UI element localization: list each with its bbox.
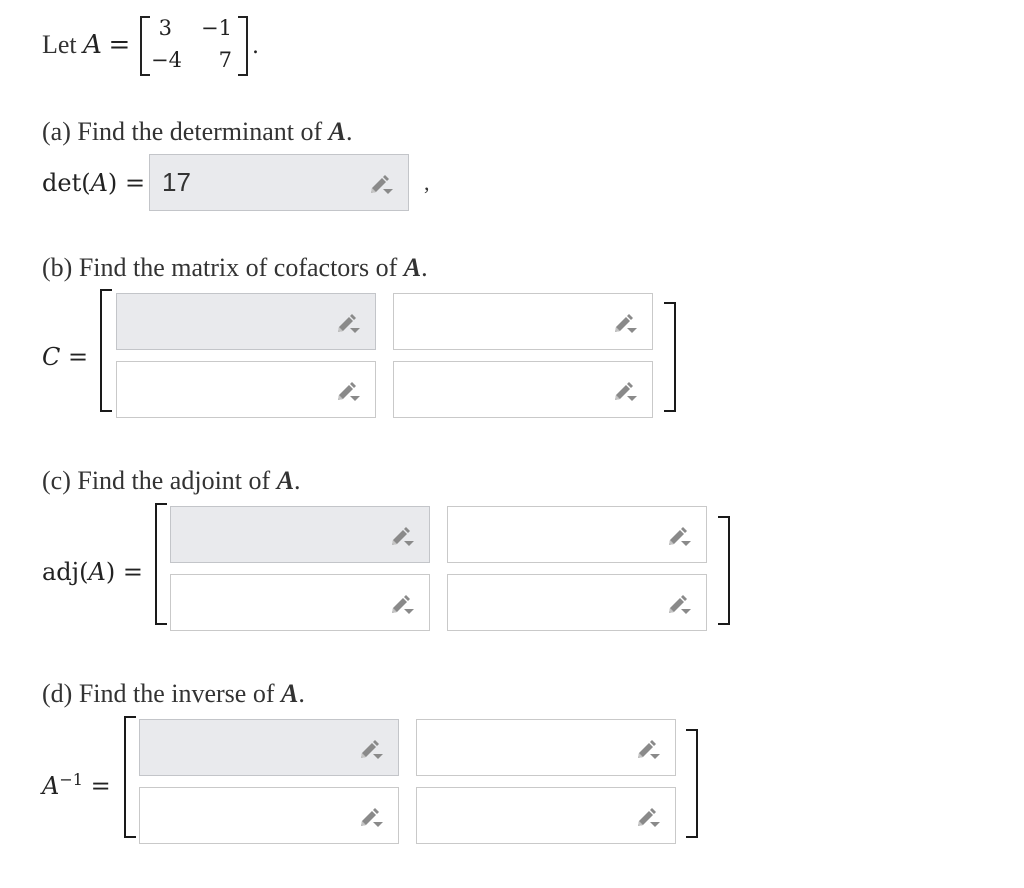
inverse-cell-r1c1[interactable] [416, 787, 676, 844]
det-var: A [90, 169, 108, 197]
adj-close-paren: ) [105, 558, 116, 586]
part-d-label: (d) Find the inverse of [42, 679, 275, 708]
cofactor-equals: = [68, 343, 89, 371]
determinant-answer-value: 17 [162, 167, 191, 197]
adjoint-left-bracket [155, 503, 167, 625]
part-b-period: . [421, 253, 428, 282]
adj-func-text: adj( [42, 558, 89, 586]
adj-var: A [88, 558, 106, 586]
determinant-answer-field[interactable]: 17 [149, 154, 409, 211]
given-matrix-r1c0: −4 [151, 48, 182, 72]
pencil-dropdown-icon[interactable] [666, 523, 692, 547]
part-a-label: (a) Find the determinant of [42, 117, 323, 146]
part-c-var: A [276, 466, 295, 495]
cofactor-left-bracket [100, 289, 112, 412]
cofactor-cell-r0c1[interactable] [393, 293, 653, 350]
pencil-dropdown-icon[interactable] [358, 804, 384, 828]
cofactor-right-bracket [664, 302, 676, 412]
given-matrix-r0c1: −1 [201, 16, 232, 40]
part-b-var: A [403, 253, 422, 282]
intro-var: A [83, 30, 102, 60]
pencil-dropdown-icon[interactable] [612, 378, 638, 402]
det-close-paren: ) [107, 169, 118, 197]
pencil-dropdown-icon[interactable] [389, 591, 415, 615]
adjoint-right-bracket [718, 516, 730, 625]
cofactor-cell-r1c0[interactable] [116, 361, 376, 418]
det-equals: = [124, 169, 146, 197]
part-a-heading: (a) Find the determinant of A. [42, 117, 352, 147]
inverse-var: A [42, 772, 60, 800]
adjoint-label: adj(A) = [42, 558, 143, 586]
intro-let-text: Let [42, 30, 77, 59]
adjoint-cell-r0c0[interactable] [170, 506, 430, 563]
intro-line: Let A = [42, 30, 130, 60]
adjoint-cell-r0c1[interactable] [447, 506, 707, 563]
part-c-heading: (c) Find the adjoint of A. [42, 466, 301, 496]
pencil-dropdown-icon[interactable] [635, 736, 661, 760]
pencil-dropdown-icon[interactable] [335, 378, 361, 402]
part-a-period: . [345, 117, 353, 146]
inverse-label: A−1 = [42, 770, 111, 800]
part-b-label: (b) Find the matrix of cofactors of [42, 253, 398, 282]
inverse-cell-r0c0[interactable] [139, 719, 399, 776]
pencil-dropdown-icon[interactable] [389, 523, 415, 547]
det-label: det(A) = [42, 169, 145, 197]
adjoint-cell-r1c0[interactable] [170, 574, 430, 631]
adj-equals: = [122, 558, 143, 586]
det-func-text: det( [42, 169, 91, 197]
part-b-heading: (b) Find the matrix of cofactors of A. [42, 253, 428, 283]
given-matrix-right-bracket [238, 16, 248, 76]
given-matrix-r1c1: 7 [218, 48, 232, 72]
inverse-left-bracket [124, 716, 136, 838]
pencil-dropdown-icon[interactable] [635, 804, 661, 828]
given-matrix-period: . [252, 34, 259, 59]
cofactor-var: C [42, 343, 61, 371]
cofactor-label: C = [42, 343, 88, 371]
part-a-var: A [328, 117, 346, 146]
inverse-cell-r1c0[interactable] [139, 787, 399, 844]
part-d-heading: (d) Find the inverse of A. [42, 679, 305, 709]
part-a-comma: , [424, 170, 430, 195]
pencil-dropdown-icon[interactable] [358, 736, 384, 760]
inverse-equals: = [90, 772, 111, 800]
part-d-period: . [298, 679, 305, 708]
inverse-cell-r0c1[interactable] [416, 719, 676, 776]
pencil-dropdown-icon[interactable] [368, 171, 394, 195]
pencil-dropdown-icon[interactable] [335, 310, 361, 334]
adjoint-cell-r1c1[interactable] [447, 574, 707, 631]
given-matrix-r0c0: 3 [158, 16, 172, 40]
inverse-right-bracket [686, 729, 698, 838]
part-d-var: A [281, 679, 299, 708]
part-c-label: (c) Find the adjoint of [42, 466, 271, 495]
pencil-dropdown-icon[interactable] [666, 591, 692, 615]
part-c-period: . [294, 466, 301, 495]
cofactor-cell-r0c0[interactable] [116, 293, 376, 350]
intro-equals: = [108, 30, 131, 60]
pencil-dropdown-icon[interactable] [612, 310, 638, 334]
cofactor-cell-r1c1[interactable] [393, 361, 653, 418]
inverse-exponent: −1 [59, 770, 83, 789]
